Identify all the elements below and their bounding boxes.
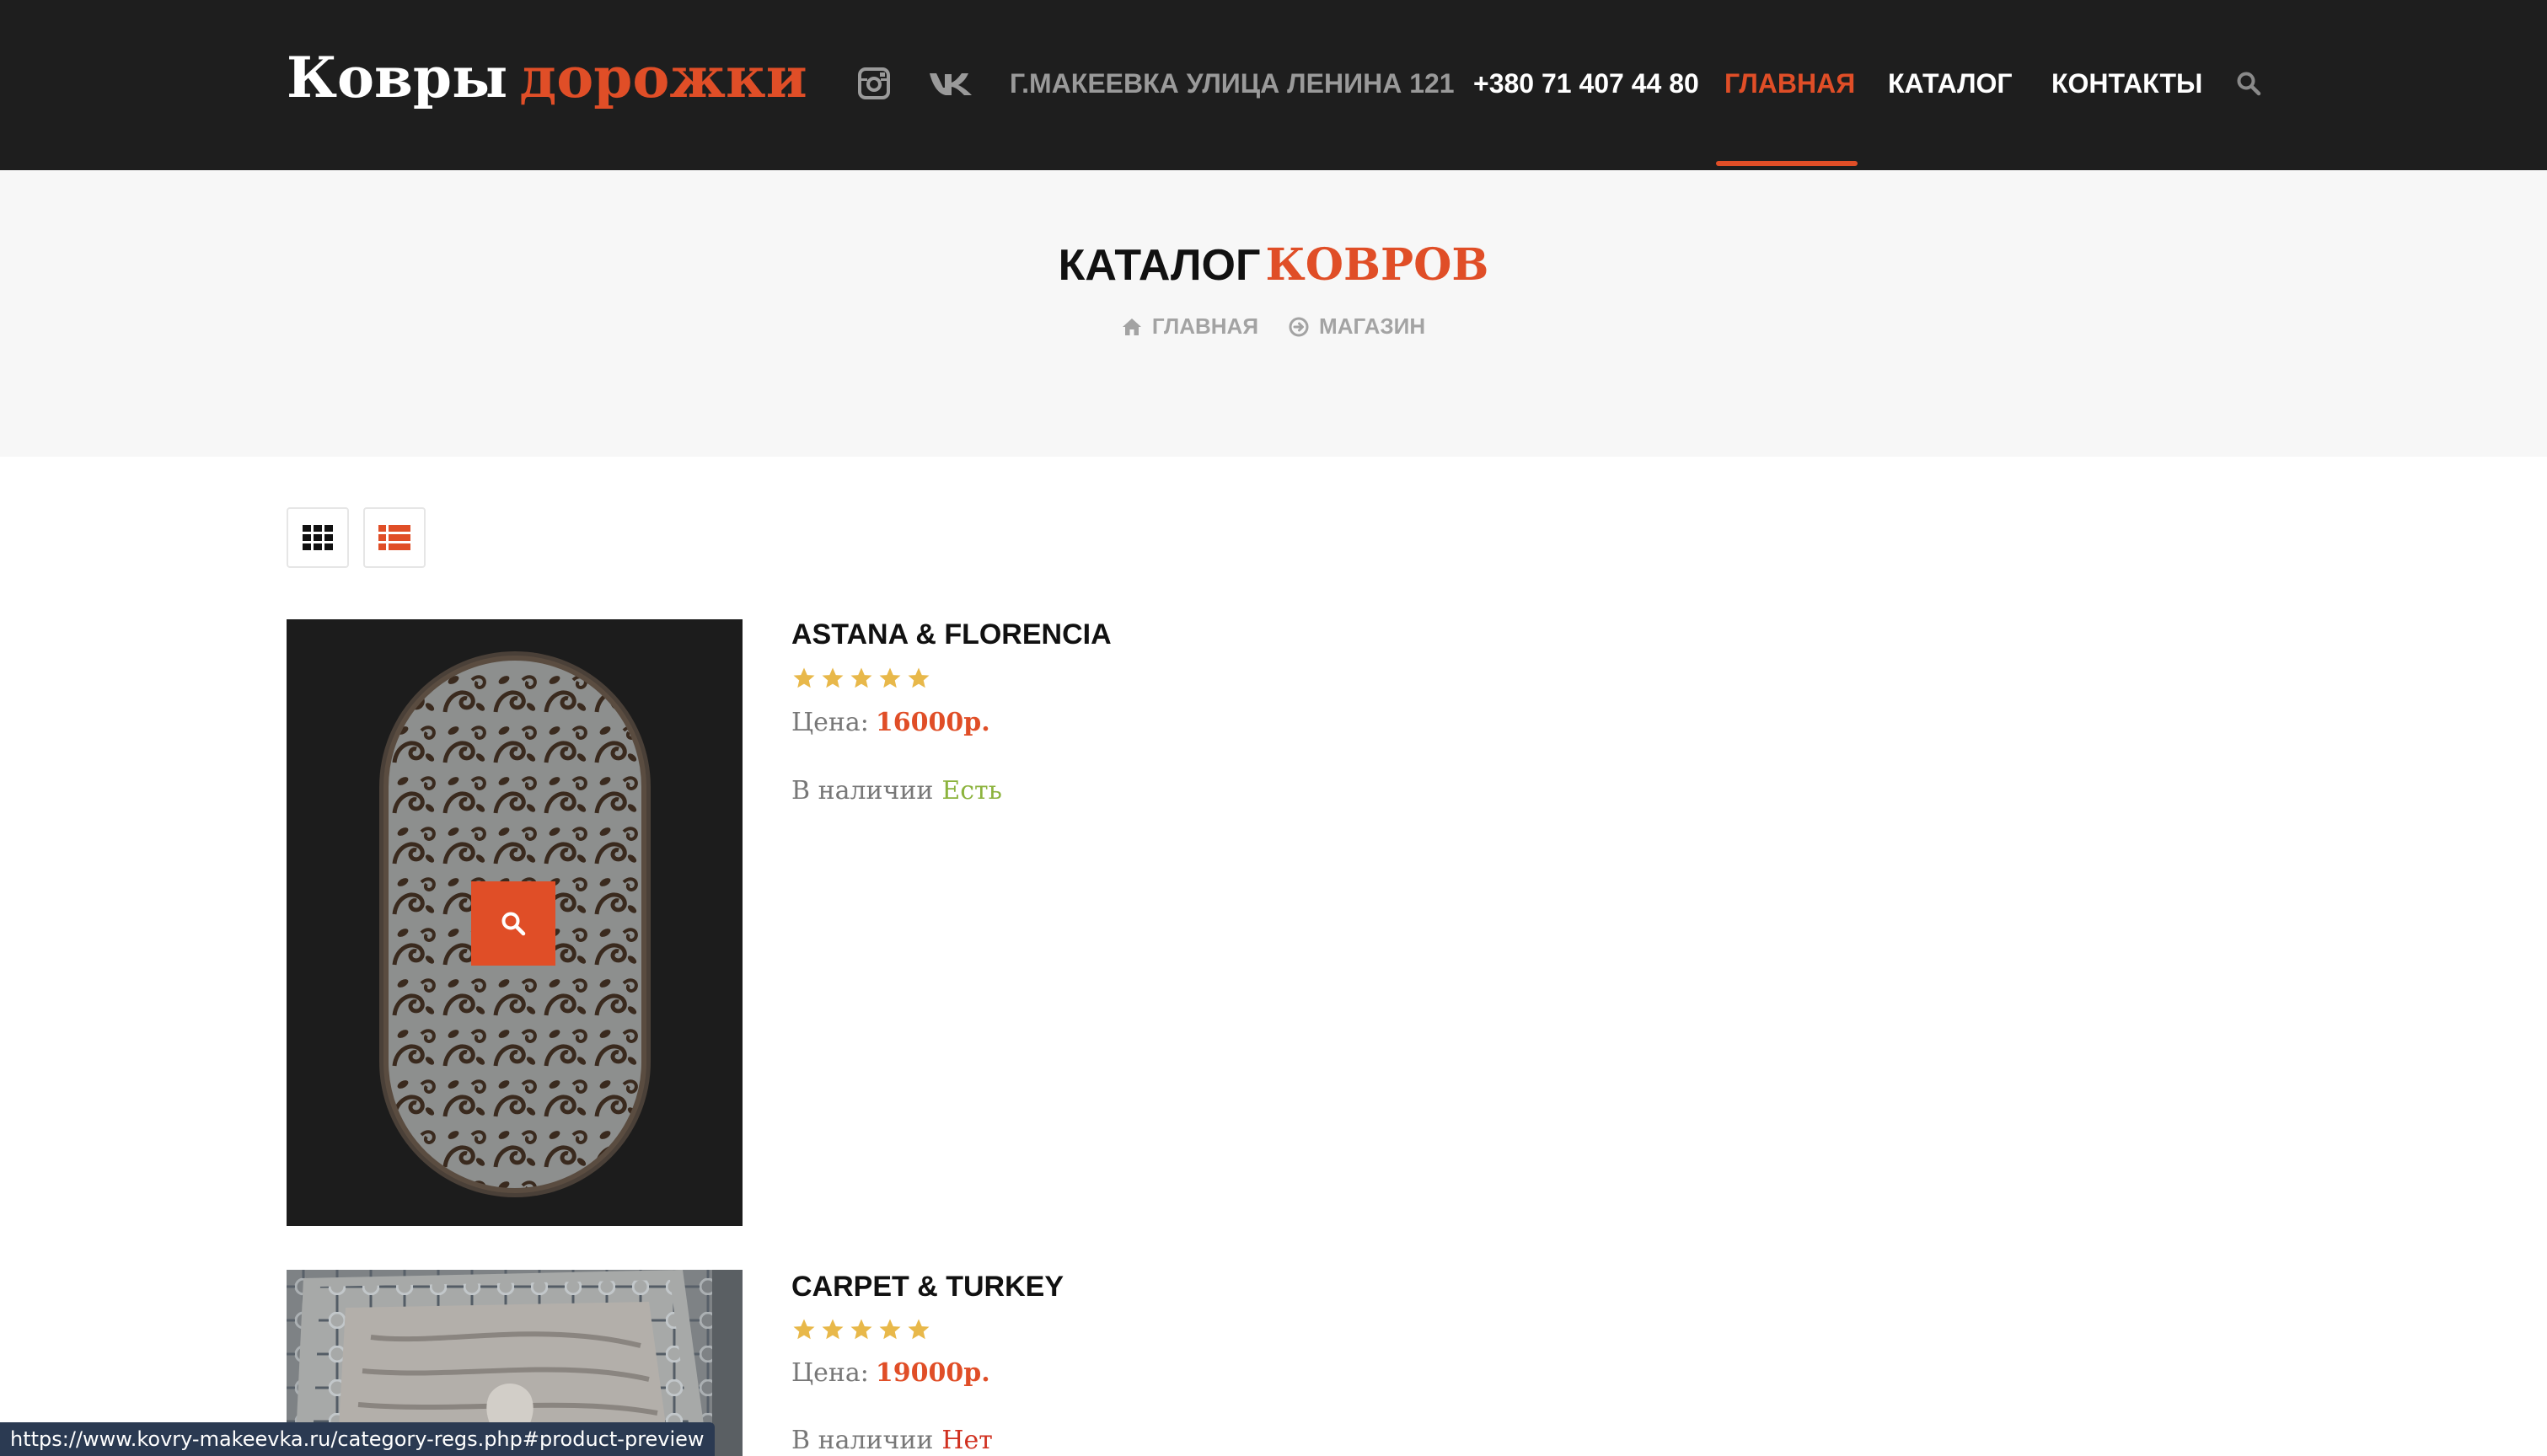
star-icon — [908, 667, 930, 688]
star-icon — [793, 667, 815, 688]
page-title-part-2: КОВРОВ — [1265, 239, 1489, 291]
breadcrumb-item-home[interactable]: ГЛАВНАЯ — [1122, 313, 1258, 340]
site-logo[interactable]: Ковры дорожки — [287, 37, 807, 118]
star-icon — [908, 1319, 930, 1340]
nav-phone[interactable]: +380 71 407 44 80 — [1473, 62, 1699, 104]
product-stock: В наличии Есть — [791, 776, 1002, 806]
nav-item-catalog[interactable]: КАТАЛОГ — [1888, 62, 2013, 104]
star-icon — [822, 1319, 844, 1340]
vk-icon[interactable] — [927, 66, 974, 101]
breadcrumb-label-shop: МАГАЗИН — [1319, 313, 1426, 339]
stock-label: В наличии — [791, 1426, 934, 1455]
star-icon — [879, 1319, 901, 1340]
search-icon — [501, 912, 526, 936]
grid-view-button[interactable] — [287, 507, 349, 568]
price-label: Цена: — [791, 708, 869, 737]
logo-word-2: дорожки — [519, 45, 807, 110]
nav-item-contacts[interactable]: КОНТАКТЫ — [2051, 62, 2202, 104]
product-image[interactable] — [287, 619, 743, 1226]
nav-item-home[interactable]: ГЛАВНАЯ — [1724, 62, 1855, 104]
stock-label: В наличии — [791, 776, 934, 806]
product-price: Цена: 16000р. — [791, 708, 990, 737]
star-rating — [791, 666, 931, 691]
quick-view-button[interactable] — [471, 881, 555, 966]
breadcrumb-label-home: ГЛАВНАЯ — [1151, 313, 1259, 339]
price-label: Цена: — [791, 1358, 869, 1388]
home-icon — [1122, 318, 1141, 335]
product-title[interactable]: ASTANA & FLORENCIA — [791, 618, 1112, 651]
star-icon — [879, 667, 901, 688]
breadcrumb: ГЛАВНАЯ МАГАЗИН — [0, 313, 2547, 340]
price-value: 19000р. — [875, 1358, 990, 1388]
stock-status: Есть — [941, 776, 1002, 806]
star-icon — [822, 667, 844, 688]
search-icon[interactable] — [2231, 66, 2266, 101]
list-icon — [378, 525, 410, 550]
nav-address[interactable]: Г.МАКЕЕВКА УЛИЦА ЛЕНИНА 121 — [1010, 62, 1455, 104]
instagram-icon[interactable] — [856, 66, 892, 101]
stock-status: Нет — [941, 1426, 993, 1455]
grid-icon — [303, 525, 333, 550]
price-value: 16000р. — [875, 708, 990, 737]
star-icon — [850, 1319, 872, 1340]
product-title[interactable]: CARPET & TURKEY — [791, 1271, 1064, 1303]
product-stock: В наличии Нет — [791, 1426, 993, 1455]
star-icon — [793, 1319, 815, 1340]
product-price: Цена: 19000р. — [791, 1358, 990, 1388]
star-icon — [850, 667, 872, 688]
list-view-button[interactable] — [363, 507, 426, 568]
page-title: КАТАЛОГ КОВРОВ — [0, 236, 2547, 295]
logo-word-1: Ковры — [287, 45, 508, 110]
nav-active-indicator — [1716, 161, 1858, 166]
arrow-circle-right-icon — [1289, 317, 1309, 336]
breadcrumb-item-shop[interactable]: МАГАЗИН — [1289, 313, 1425, 340]
browser-status-bar: https://www.kovry-makeevka.ru/category-r… — [0, 1422, 715, 1456]
site-header: Ковры дорожки Г.МАКЕЕВКА УЛИЦА ЛЕНИНА 121… — [0, 0, 2547, 170]
star-rating — [791, 1317, 931, 1342]
page-title-part-1: КАТАЛОГ — [1058, 241, 1261, 290]
